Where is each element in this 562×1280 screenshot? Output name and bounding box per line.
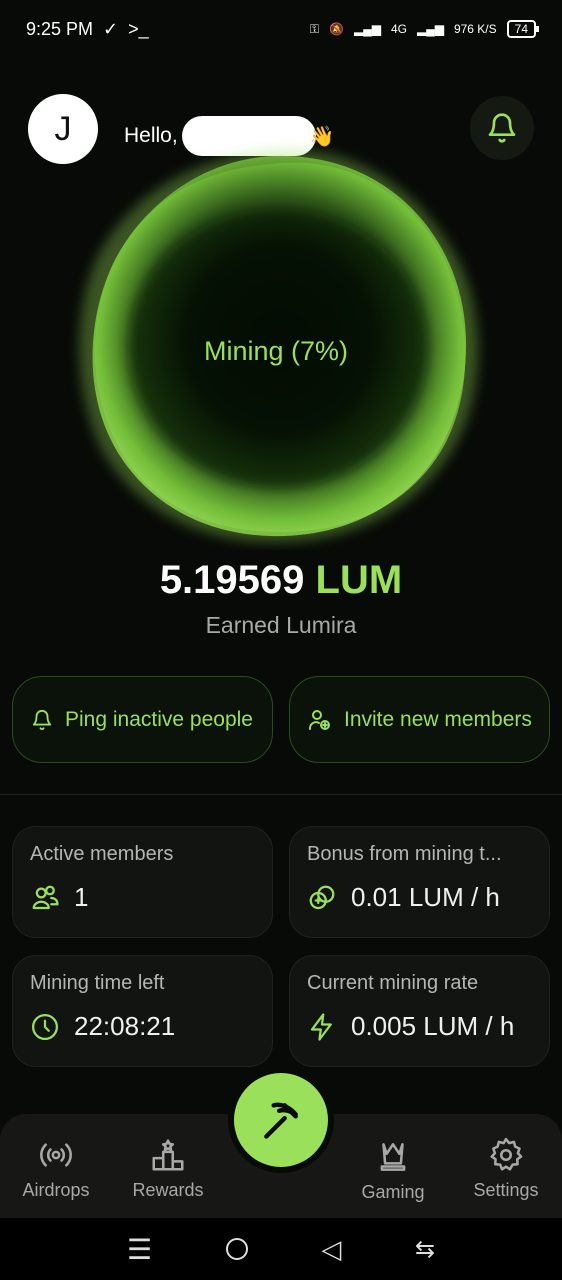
earned-number: 5.19569	[159, 558, 305, 602]
status-bar: 9:25 PM ✓ >_ ⚿ 🔕 ▂▄▆ 4G ▂▄▆ 976 K/S 74	[0, 0, 562, 58]
stat-title: Current mining rate	[307, 972, 479, 994]
earned-amount: 5.19569 LUM	[0, 558, 562, 603]
stat-value: 0.005 LUM / h	[351, 1011, 515, 1041]
chess-queen-icon	[380, 1143, 406, 1171]
nav-gaming-label: Gaming	[361, 1182, 425, 1202]
ping-inactive-button[interactable]: Ping inactive people	[12, 676, 273, 763]
rotate-icon[interactable]: ⇆	[415, 1235, 435, 1264]
status-time: 9:25 PM	[26, 18, 94, 39]
bolt-icon	[310, 1012, 332, 1041]
earned-caption: Earned Lumira	[205, 612, 357, 638]
bell-icon	[32, 709, 52, 730]
signal-icon: ▂▄▆	[353, 22, 381, 36]
mute-icon: 🔕	[329, 22, 344, 36]
pickaxe-icon	[264, 1102, 298, 1139]
stat-value: 22:08:21	[74, 1011, 176, 1041]
divider	[0, 794, 562, 795]
ping-inactive-label: Ping inactive people	[65, 707, 253, 731]
nav-airdrops[interactable]: Airdrops	[0, 1136, 112, 1201]
nav-airdrops-label: Airdrops	[22, 1180, 90, 1200]
stat-card-mining-rate: Current mining rate 0.005 LUM / h	[289, 955, 550, 1067]
stat-card-bonus: Bonus from mining t... 0.01 LUM / h	[289, 826, 550, 938]
broadcast-icon	[40, 1143, 72, 1167]
system-nav-bar: ☰ ◁ ⇆	[0, 1218, 562, 1280]
back-icon[interactable]: ◁	[321, 1234, 341, 1265]
invite-members-label: Invite new members	[344, 707, 532, 731]
stat-title: Bonus from mining t...	[307, 843, 502, 865]
mining-status: Mining (7%)	[203, 336, 349, 366]
nav-rewards-label: Rewards	[132, 1180, 204, 1200]
earned-unit: LUM	[315, 558, 403, 602]
home-icon[interactable]	[225, 1238, 248, 1260]
menu-icon[interactable]: ☰	[127, 1233, 152, 1266]
clock-icon	[32, 1013, 58, 1040]
nav-settings[interactable]: Settings	[450, 1136, 562, 1201]
podium-icon	[152, 1139, 184, 1171]
stat-value: 0.01 LUM / h	[351, 882, 500, 912]
invite-members-button[interactable]: Invite new members	[289, 676, 550, 763]
network-speed: 976 K/S	[453, 22, 497, 36]
mine-button[interactable]	[234, 1073, 328, 1167]
add-user-icon	[309, 709, 330, 730]
nav-rewards[interactable]: Rewards	[112, 1136, 224, 1201]
check-icon: ✓	[103, 18, 119, 39]
key-icon: ⚿	[309, 21, 320, 36]
signal-icon-2: ▂▄▆	[416, 22, 444, 36]
stat-card-time-left: Mining time left 22:08:21	[12, 955, 273, 1067]
users-icon	[32, 885, 59, 909]
battery-indicator: 74	[506, 20, 540, 38]
nav-settings-label: Settings	[473, 1180, 539, 1200]
stat-card-active-members: Active members 1	[12, 826, 273, 938]
coins-icon	[309, 885, 335, 909]
nav-gaming[interactable]: Gaming	[337, 1138, 449, 1203]
stat-value: 1	[74, 882, 89, 912]
stat-title: Mining time left	[30, 972, 165, 994]
stat-title: Active members	[30, 843, 174, 865]
terminal-icon: >_	[128, 18, 149, 39]
network-type: 4G	[390, 22, 407, 36]
gear-icon	[490, 1137, 523, 1171]
